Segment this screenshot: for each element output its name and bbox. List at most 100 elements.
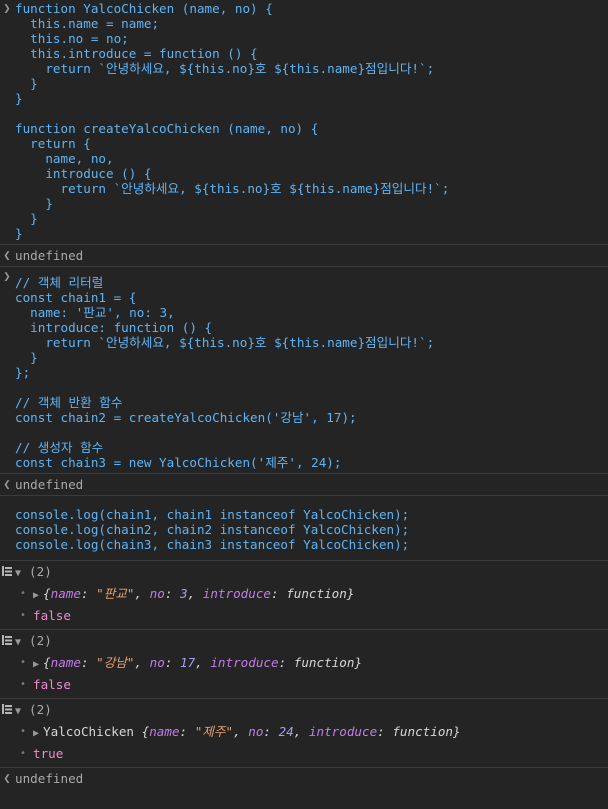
code-line: }	[15, 76, 38, 91]
bullet-icon: •	[20, 657, 27, 668]
input-prompt-icon: ❯	[3, 1, 11, 15]
object-key: name	[50, 655, 81, 670]
code-line: name: '판교', no: 3,	[15, 305, 175, 320]
object-key: introduce	[210, 655, 279, 670]
console-log-entry: ▼ (2) • ▶ YalcoChicken {name: "제주", no: 24, …	[0, 699, 608, 768]
log-group-icon	[2, 635, 12, 645]
console-log-entry: ▼ (2) • ▶ {name: "강남", no: 17, introduce: fu…	[0, 630, 608, 699]
array-item-boolean: • false	[0, 674, 608, 696]
code-line: function YalcoChicken (name, no) {	[15, 1, 273, 16]
array-length: (2)	[29, 564, 52, 579]
code-block: console.log(chain1, chain1 instanceof Ya…	[0, 507, 608, 552]
code-line: }	[15, 91, 23, 106]
code-line: }	[15, 350, 38, 365]
object-number-value: 17	[180, 655, 196, 670]
code-line: console.log(chain3, chain3 instanceof Ya…	[15, 537, 410, 552]
object-key: name	[149, 724, 180, 739]
console-result-entry: ❮ undefined	[0, 474, 608, 496]
object-key: no	[149, 655, 165, 670]
code-line: // 객체 반환 함수	[15, 395, 123, 410]
code-line: }	[15, 196, 53, 211]
code-line: };	[15, 365, 31, 380]
result-arrow-icon: ❮	[3, 248, 11, 262]
bullet-icon: •	[20, 610, 27, 621]
array-item-object[interactable]: • ▶ {name: "판교", no: 3, introduce: functio…	[0, 583, 608, 605]
code-line: const chain2 = createYalcoChicken('강남', …	[15, 410, 357, 425]
boolean-value: false	[33, 677, 71, 692]
boolean-value: false	[33, 608, 71, 623]
code-line: return `안녕하세요, ${this.no}호 ${this.name}점…	[15, 181, 450, 196]
code-line: this.introduce = function () {	[15, 46, 258, 61]
code-line: this.name = name;	[15, 16, 160, 31]
object-key: introduce	[308, 724, 378, 739]
console-input-entry[interactable]: ❯ function YalcoChicken (name, no) { thi…	[0, 0, 608, 245]
console-result-entry: ❮ undefined	[0, 245, 608, 267]
object-string-value: "강남"	[96, 655, 135, 670]
result-arrow-icon: ❮	[3, 477, 11, 491]
code-line: this.no = no;	[15, 31, 129, 46]
expand-triangle-icon[interactable]: ▼	[15, 563, 21, 585]
object-key: name	[50, 586, 81, 601]
devtools-console: ❯ function YalcoChicken (name, no) { thi…	[0, 0, 608, 789]
boolean-value: true	[33, 746, 64, 761]
result-value: undefined	[15, 771, 84, 786]
code-line: }	[15, 211, 38, 226]
code-line: name, no,	[15, 151, 114, 166]
input-prompt-icon: ❯	[3, 269, 11, 283]
array-group-toggle[interactable]: ▼ (2)	[0, 699, 608, 721]
bullet-icon: •	[20, 679, 27, 690]
object-string-value: "제주"	[194, 724, 234, 739]
code-line: // 생성자 함수	[15, 440, 104, 455]
console-input-entry[interactable]: console.log(chain1, chain1 instanceof Ya…	[0, 496, 608, 561]
log-group-icon	[2, 704, 12, 714]
array-item-object[interactable]: • ▶ YalcoChicken {name: "제주", no: 24, intr…	[0, 721, 608, 743]
array-item-boolean: • true	[0, 743, 608, 765]
expand-triangle-icon[interactable]: ▼	[15, 632, 21, 654]
console-result-entry: ❮ undefined	[0, 768, 608, 789]
code-line: return `안녕하세요, ${this.no}호 ${this.name}점…	[15, 335, 435, 350]
object-number-value: 3	[180, 586, 188, 601]
code-line: return `안녕하세요, ${this.no}호 ${this.name}점…	[15, 61, 435, 76]
expand-triangle-icon[interactable]: ▶	[33, 654, 39, 676]
object-function-value: function	[286, 586, 347, 601]
object-key: no	[248, 724, 264, 739]
result-arrow-icon: ❮	[3, 771, 11, 785]
code-line: const chain3 = new YalcoChicken('제주', 24…	[15, 455, 342, 470]
bullet-icon: •	[20, 588, 27, 599]
array-group-toggle[interactable]: ▼ (2)	[0, 561, 608, 583]
result-value: undefined	[15, 477, 84, 492]
object-number-value: 24	[278, 724, 294, 739]
bullet-icon: •	[20, 726, 27, 737]
object-key: no	[149, 586, 165, 601]
console-log-entry: ▼ (2) • ▶ {name: "판교", no: 3, introduce: fun…	[0, 561, 608, 630]
console-input-entry[interactable]: ❯ // 객체 리터럴 const chain1 = { name: '판교', …	[0, 267, 608, 474]
object-function-value: function	[293, 655, 355, 670]
object-string-value: "판교"	[96, 586, 135, 601]
code-line: return {	[15, 136, 91, 151]
code-line: // 객체 리터럴	[15, 275, 104, 290]
array-item-object[interactable]: • ▶ {name: "강남", no: 17, introduce: functi…	[0, 652, 608, 674]
object-function-value: function	[392, 724, 454, 739]
code-line: console.log(chain2, chain2 instanceof Ya…	[15, 522, 410, 537]
code-line: introduce () {	[15, 166, 152, 181]
object-class-name: YalcoChicken	[43, 724, 142, 739]
code-line: console.log(chain1, chain1 instanceof Ya…	[15, 507, 410, 522]
result-value: undefined	[15, 248, 84, 263]
bullet-icon: •	[20, 748, 27, 759]
log-group-icon	[2, 566, 12, 576]
expand-triangle-icon[interactable]: ▶	[33, 723, 39, 745]
code-line: const chain1 = {	[15, 290, 137, 305]
code-line: }	[15, 226, 23, 241]
array-length: (2)	[29, 702, 52, 717]
object-key: introduce	[202, 586, 272, 601]
code-block: // 객체 리터럴 const chain1 = { name: '판교', no…	[0, 275, 608, 470]
expand-triangle-icon[interactable]: ▶	[33, 585, 39, 607]
array-length: (2)	[29, 633, 52, 648]
expand-triangle-icon[interactable]: ▼	[15, 701, 21, 723]
array-group-toggle[interactable]: ▼ (2)	[0, 630, 608, 652]
code-line: function createYalcoChicken (name, no) {	[15, 121, 319, 136]
code-line: introduce: function () {	[15, 320, 213, 335]
